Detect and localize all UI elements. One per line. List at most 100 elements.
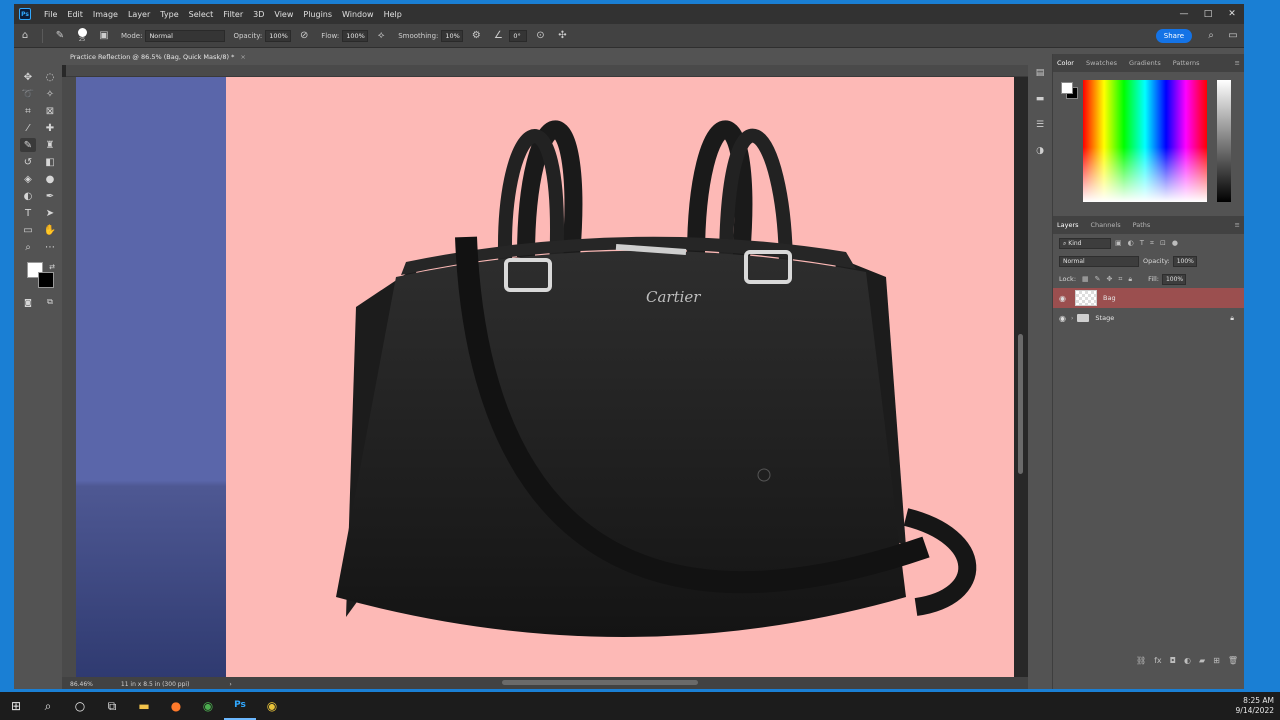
crop-tool-icon[interactable]: ⌗ — [20, 104, 36, 118]
zoom-tool-icon[interactable]: ⌕ — [20, 240, 36, 254]
rectangle-tool-icon[interactable]: ▭ — [20, 223, 36, 237]
system-clock[interactable]: 8:25 AM 9/14/2022 — [1236, 696, 1274, 716]
lock-transparency-icon[interactable]: ▦ — [1082, 275, 1089, 283]
tab-layers[interactable]: Layers — [1057, 221, 1079, 229]
filter-adjustment-icon[interactable]: ◐ — [1128, 239, 1134, 247]
menu-filter[interactable]: Filter — [218, 10, 248, 19]
history-icon[interactable]: ▤ — [1032, 68, 1048, 82]
eraser-tool-icon[interactable]: ◧ — [42, 155, 58, 169]
lock-position-icon[interactable]: ✥ — [1107, 275, 1113, 283]
menu-help[interactable]: Help — [379, 10, 407, 19]
smoothing-field[interactable]: 10% — [441, 29, 464, 42]
tab-gradients[interactable]: Gradients — [1129, 59, 1161, 67]
chrome-icon[interactable]: ◉ — [192, 692, 224, 720]
panel-menu-icon[interactable]: ≡ — [1235, 59, 1240, 67]
healing-brush-tool-icon[interactable]: ✚ — [42, 121, 58, 135]
tab-patterns[interactable]: Patterns — [1173, 59, 1200, 67]
menu-view[interactable]: View — [269, 10, 298, 19]
layer-opacity-field[interactable]: 100% — [1172, 255, 1197, 267]
chrome-alt-icon[interactable]: ◉ — [256, 692, 288, 720]
airbrush-icon[interactable]: ⟡ — [373, 28, 389, 44]
blend-mode-select[interactable]: Normal — [1059, 255, 1139, 267]
search-icon[interactable]: ⌕ — [32, 692, 64, 720]
brush-tool-icon[interactable]: ✎ — [20, 138, 36, 152]
layers-panel-menu-icon[interactable]: ≡ — [1235, 221, 1240, 229]
minimize-button[interactable]: — — [1172, 9, 1196, 19]
tab-color[interactable]: Color — [1057, 59, 1074, 67]
menu-type[interactable]: Type — [155, 10, 183, 19]
filter-pixel-icon[interactable]: ▣ — [1115, 239, 1122, 247]
marquee-tool-icon[interactable]: ◌ — [42, 70, 58, 84]
pen-tool-icon[interactable]: ✒ — [42, 189, 58, 203]
delete-layer-icon[interactable]: 🗑︎ — [1228, 656, 1238, 670]
hand-tool-icon[interactable]: ✋ — [42, 223, 58, 237]
task-view-icon[interactable]: ⧉ — [96, 692, 128, 720]
close-tab-icon[interactable]: × — [240, 53, 245, 61]
menu-layer[interactable]: Layer — [123, 10, 155, 19]
close-button[interactable]: ✕ — [1220, 9, 1244, 19]
grayscale-slider[interactable] — [1217, 80, 1231, 202]
home-icon[interactable]: ⌂ — [17, 28, 33, 44]
tab-paths[interactable]: Paths — [1133, 221, 1151, 229]
menu-edit[interactable]: Edit — [62, 10, 88, 19]
chevron-right-icon[interactable]: › — [1071, 315, 1073, 322]
menu-select[interactable]: Select — [184, 10, 219, 19]
menu-window[interactable]: Window — [337, 10, 379, 19]
cortana-icon[interactable]: ○ — [64, 692, 96, 720]
mode-select[interactable]: Normal — [145, 29, 226, 42]
comments-icon[interactable]: ▬ — [1032, 94, 1048, 108]
menu-image[interactable]: Image — [88, 10, 123, 19]
visibility-eye-icon[interactable]: ◉ — [1059, 294, 1071, 303]
clone-stamp-tool-icon[interactable]: ♜ — [42, 138, 58, 152]
search-icon[interactable]: ⌕ — [1203, 28, 1219, 44]
properties-icon[interactable]: ☰ — [1032, 120, 1048, 134]
frame-tool-icon[interactable]: ⊠ — [42, 104, 58, 118]
flow-field[interactable]: 100% — [342, 29, 369, 42]
firefox-icon[interactable]: ● — [160, 692, 192, 720]
layer-style-icon[interactable]: fx — [1154, 656, 1162, 670]
pressure-opacity-icon[interactable]: ⊘ — [296, 28, 312, 44]
new-adjustment-icon[interactable]: ◐ — [1184, 656, 1191, 670]
quick-mask-icon[interactable]: ◙ — [20, 295, 36, 309]
status-menu-arrow[interactable]: › — [229, 681, 231, 688]
tab-swatches[interactable]: Swatches — [1086, 59, 1117, 67]
screen-mode-icon[interactable]: ⧉ — [42, 295, 58, 309]
menu-plugins[interactable]: Plugins — [298, 10, 337, 19]
background-color-swatch[interactable] — [38, 272, 54, 288]
more-tools-icon[interactable]: ⋯ — [42, 240, 58, 254]
layer-row-stage[interactable]: ◉ › Stage 🔒︎ — [1053, 308, 1244, 328]
color-spectrum[interactable] — [1083, 80, 1207, 202]
visibility-eye-icon[interactable]: ◉ — [1059, 314, 1071, 323]
lock-all-icon[interactable]: 🔒︎ — [1128, 275, 1132, 284]
filter-smart-object-icon[interactable]: ⊡ — [1160, 239, 1166, 247]
lock-pixels-icon[interactable]: ✎ — [1095, 275, 1101, 283]
eyedropper-tool-icon[interactable]: ⁄ — [20, 121, 36, 135]
blur-tool-icon[interactable]: ● — [42, 172, 58, 186]
brush-settings-icon[interactable]: ▣ — [96, 28, 112, 44]
add-mask-icon[interactable]: ◘ — [1170, 656, 1176, 670]
filter-toggle-icon[interactable]: ● — [1172, 239, 1178, 247]
vertical-scrollbar[interactable] — [1018, 334, 1023, 474]
magic-wand-tool-icon[interactable]: ✧ — [42, 87, 58, 101]
menu-file[interactable]: File — [39, 10, 62, 19]
filter-shape-icon[interactable]: ⌗ — [1150, 239, 1154, 248]
history-brush-tool-icon[interactable]: ↺ — [20, 155, 36, 169]
brush-tool-icon[interactable]: ✎ — [52, 28, 68, 44]
adjustments-icon[interactable]: ◑ — [1032, 146, 1048, 160]
maximize-button[interactable]: □ — [1196, 9, 1220, 19]
path-selection-tool-icon[interactable]: ➤ — [42, 206, 58, 220]
type-tool-icon[interactable]: T — [20, 206, 36, 220]
fill-field[interactable]: 100% — [1161, 273, 1186, 285]
horizontal-scrollbar[interactable] — [502, 680, 698, 685]
start-windows-icon[interactable]: ⊞ — [0, 692, 32, 720]
lasso-tool-icon[interactable]: ➰ — [20, 87, 36, 101]
tab-channels[interactable]: Channels — [1091, 221, 1121, 229]
gear-icon[interactable]: ⚙ — [468, 28, 484, 44]
color-panel-foreground-swatch[interactable] — [1061, 82, 1073, 94]
workspace-icon[interactable]: ▭ — [1225, 28, 1241, 44]
new-group-icon[interactable]: ▰ — [1199, 656, 1205, 670]
filter-kind-select[interactable]: ⌕ Kind — [1059, 237, 1111, 249]
symmetry-icon[interactable]: ✣ — [554, 28, 570, 44]
document-tab[interactable]: Practice Reflection @ 86.5% (Bag, Quick … — [66, 49, 262, 65]
move-tool-icon[interactable]: ✥ — [20, 70, 36, 84]
